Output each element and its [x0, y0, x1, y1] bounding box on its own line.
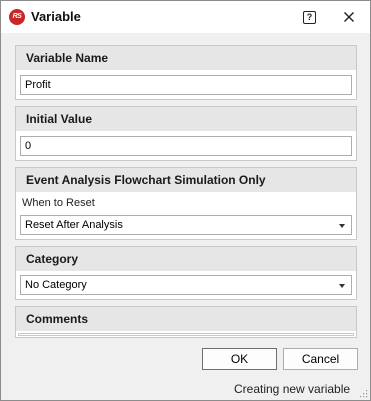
ok-button[interactable]: OK — [202, 348, 277, 370]
event-analysis-group: Event Analysis Flowchart Simulation Only… — [15, 167, 357, 240]
comments-group: Comments — [15, 306, 357, 338]
dialog-title: Variable — [31, 9, 81, 24]
initial-value-input[interactable]: 0 — [20, 136, 352, 156]
category-value: No Category — [25, 279, 87, 291]
help-button[interactable]: ? — [303, 11, 316, 24]
when-to-reset-value: Reset After Analysis — [25, 219, 123, 231]
title-bar[interactable]: RS Variable ? — [1, 1, 370, 33]
chevron-down-icon — [339, 224, 345, 228]
help-icon: ? — [306, 12, 313, 22]
variable-dialog: RS Variable ? Variable Name Profit Initi… — [0, 0, 371, 401]
variable-name-input[interactable]: Profit — [20, 75, 352, 95]
comments-header: Comments — [16, 307, 356, 331]
status-text: Creating new variable — [234, 382, 351, 396]
initial-value-header: Initial Value — [16, 107, 356, 131]
dialog-content: Variable Name Profit Initial Value 0 Eve… — [1, 33, 370, 400]
resize-grip-icon[interactable] — [360, 390, 368, 398]
category-select[interactable]: No Category — [20, 275, 352, 295]
chevron-down-icon — [339, 284, 345, 288]
app-logo-icon: RS — [9, 9, 25, 25]
category-group: Category No Category — [15, 246, 357, 300]
cancel-button[interactable]: Cancel — [283, 348, 358, 370]
when-to-reset-label: When to Reset — [22, 197, 95, 209]
event-analysis-header: Event Analysis Flowchart Simulation Only — [16, 168, 356, 192]
variable-name-group: Variable Name Profit — [15, 45, 357, 100]
when-to-reset-select[interactable]: Reset After Analysis — [20, 215, 352, 235]
category-header: Category — [16, 247, 356, 271]
initial-value-group: Initial Value 0 — [15, 106, 357, 161]
close-icon — [344, 12, 354, 22]
variable-name-header: Variable Name — [16, 46, 356, 70]
comments-input[interactable] — [18, 333, 354, 336]
close-button[interactable] — [341, 9, 357, 25]
